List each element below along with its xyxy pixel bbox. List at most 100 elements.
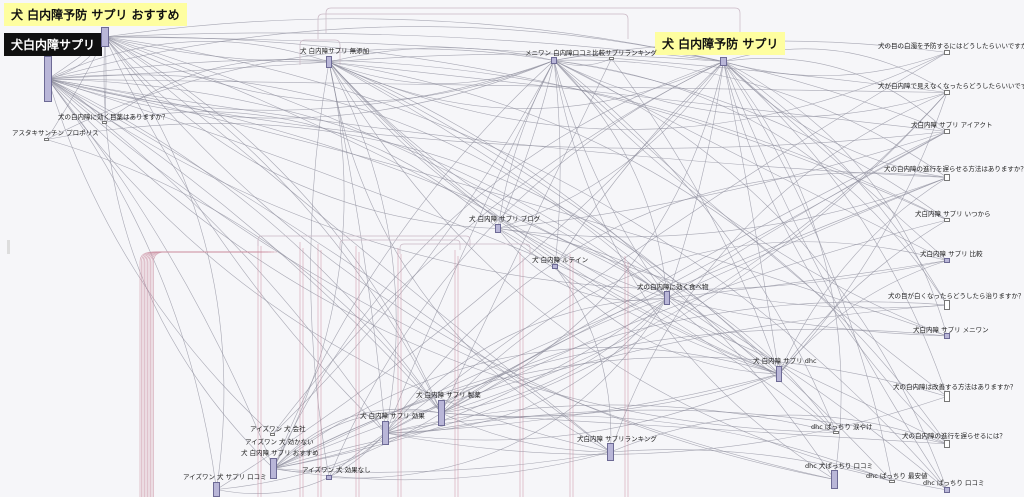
highlight-keyword-top-right[interactable]: 犬 白内障予防 サプリ [655,32,786,55]
label-hikaku: 犬白内障 サプリ 比較 [920,250,983,258]
label-dhc-kuchikomi2: dhc ぱっちり 口コミ [923,479,985,487]
label-lutein: 犬 白内障 ルテイン [532,256,589,264]
edge [666,131,948,299]
edge [497,61,724,229]
label-kiku-meyaku: 犬の白内障に効く目薬はありますか？ [58,113,169,121]
node-itsukara[interactable] [944,218,950,222]
label-q-okuraseru: 犬の白内障の進行を遅らせるには？ [902,432,1006,440]
edge [47,78,837,433]
node-aiwan-kuchikomi[interactable] [213,482,220,497]
label-dhc-saiyasu: dhc ぱっちり 最安値 [866,472,928,480]
edge [328,52,948,130]
label-q-shinkou: 犬の白内障の進行を遅らせる方法はありますか？ [884,165,1024,173]
node-dhc-kuchikomi[interactable] [831,470,838,489]
edge [104,36,837,433]
edge [310,61,330,478]
edge [553,60,948,397]
edge [142,251,256,497]
edge [144,251,259,497]
label-mutenka: 犬 白内障サプリ 無添加 [300,47,370,55]
edge [150,251,271,497]
node-meniwan[interactable] [551,57,557,64]
node-q-kaizen[interactable] [944,391,950,402]
node-aiwan-kouka[interactable] [326,475,332,480]
node-top-left[interactable] [101,27,109,47]
label-osusume: 犬 白内障 サプリ おすすめ [241,449,319,457]
edge [328,61,837,433]
highlight-keyword-top-left[interactable]: 犬 白内障予防 サプリ おすすめ [4,3,187,26]
label-q-mienaku: 犬が白内障で見えなくなったらどうしたらいいですか？ [878,82,1024,90]
edge [723,61,948,261]
node-aiact[interactable] [944,129,950,134]
node-meniwan-sub[interactable] [609,57,614,60]
node-dhc[interactable] [776,366,782,382]
label-dhc: 犬 白内障 サプリ dhc [753,357,817,365]
edge [104,111,499,229]
node-q-yobou[interactable] [944,50,950,55]
node-top-right[interactable] [720,57,727,66]
edge [46,122,780,375]
label-meniwan2: 犬白内障 サプリ メニワン [913,326,989,334]
edge [666,177,948,299]
edge [46,139,442,414]
edge [145,251,262,497]
node-astaxanthin[interactable] [44,138,49,141]
node-kiku-meyaku[interactable] [102,121,107,124]
edge [47,74,668,299]
edge [147,251,265,497]
edge [141,251,253,497]
node-meniwan2[interactable] [944,333,950,339]
edge [104,36,835,480]
node-kouka[interactable] [382,421,389,445]
label-q-yobou: 犬の目の白濁を予防するにはどうしたらいいですか？ [878,42,1024,50]
label-aiwan-kouka: アイズワン 犬 効果なし [302,466,371,474]
edge [610,92,948,453]
edge [47,78,668,299]
edge [47,78,611,453]
label-aiact: 犬白内障 サプリ アイアクト [911,121,993,129]
edge [47,78,274,469]
node-q-okuraseru[interactable] [944,440,950,448]
root-keyword-label[interactable]: 犬白内障サプリ [4,33,103,56]
node-root[interactable] [44,56,52,102]
edge [553,60,837,433]
label-ranking: 犬白内障 サプリランキング [577,435,657,443]
label-dhc-namida: dhc ぱっちり 涙やけ [811,423,873,431]
node-ranking[interactable] [607,443,614,461]
edge [47,60,555,119]
node-dhc-kuchikomi2[interactable] [944,487,950,493]
label-kouka: 犬 白内障 サプリ 効果 [360,412,425,420]
node-mutenka[interactable] [326,56,332,68]
node-lutein[interactable] [552,264,558,269]
node-aiwan-kaisha[interactable] [270,433,275,436]
label-q-kaizen: 犬の白内障は改善する方法はありますか？ [893,383,1017,391]
label-aiwan-kuchikomi: アイズワン 犬 サプリ 口コミ [183,473,267,481]
node-seiyaku[interactable] [438,400,445,426]
label-itsukara: 犬白内障 サプリ いつから [915,210,991,218]
edge [47,78,217,490]
node-blog[interactable] [495,224,501,233]
edge [441,241,948,414]
edge [328,297,668,479]
node-hikaku[interactable] [944,258,950,263]
label-aiwan-kaisha: アイズワン 犬 会社 [250,425,306,433]
edge [553,59,948,178]
label-blog: 犬 白内障 サプリ ブログ [469,215,541,223]
node-osusume[interactable] [270,458,277,479]
edge [139,251,250,497]
edge [104,18,948,132]
node-tabemono[interactable] [664,291,670,305]
label-astaxanthin: アスタキサンチン プロポリス [12,129,99,137]
node-q-mienaku[interactable] [944,90,950,95]
label-tabemono: 犬の白内障に効く食べ物 [637,283,709,291]
node-q-shinkou[interactable] [944,174,950,181]
edge [328,61,948,445]
node-dhc-saiyasu[interactable] [889,480,895,483]
node-dhc-namida[interactable] [833,431,839,434]
edge-bracket [325,7,741,33]
label-meniwan: メニワン 白内障口コミ比較サプリランキング [525,49,657,57]
edge [441,219,948,414]
edge [104,36,948,221]
edge [441,61,724,414]
node-q-shiroku[interactable] [944,300,950,310]
